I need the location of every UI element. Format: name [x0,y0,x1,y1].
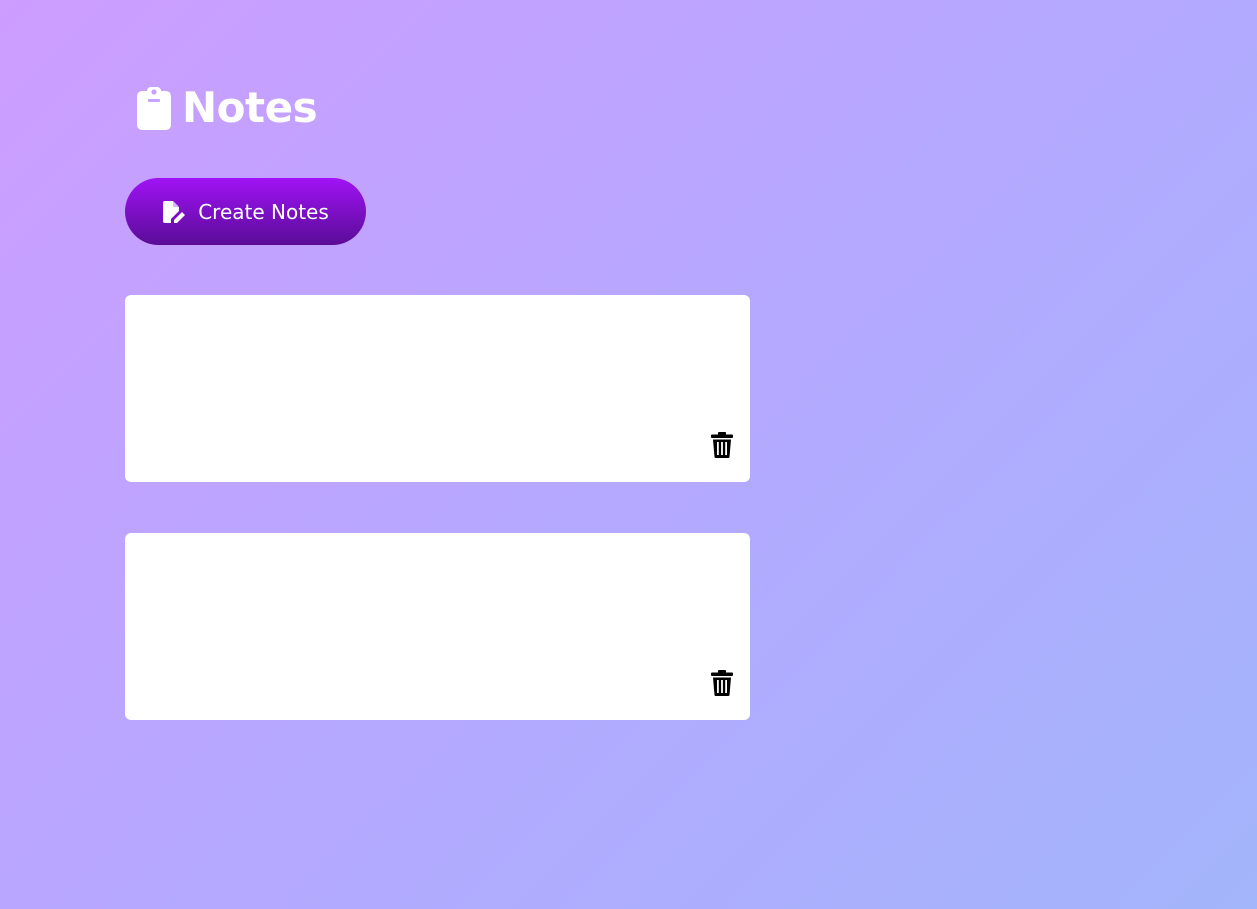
page-title: Notes [182,83,318,132]
note-text-area[interactable] [145,549,690,704]
create-notes-button[interactable]: Create Notes [125,178,366,245]
create-notes-label: Create Notes [198,199,329,224]
note-card [125,533,750,720]
app-header: Notes [136,80,318,136]
file-edit-icon [162,200,186,223]
note-text-area[interactable] [145,311,690,466]
note-card [125,295,750,482]
clipboard-icon [136,84,172,132]
trash-icon[interactable] [711,432,733,458]
notes-list [125,295,750,771]
trash-icon[interactable] [711,670,733,696]
